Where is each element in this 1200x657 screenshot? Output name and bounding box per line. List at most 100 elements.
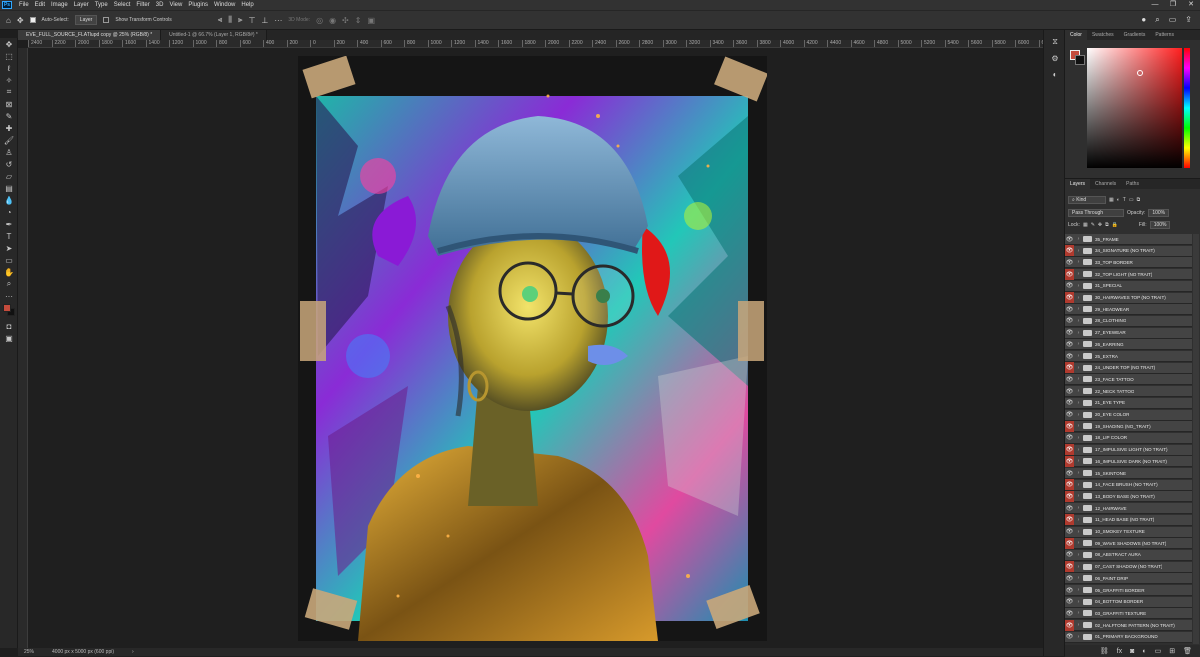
- eye-icon[interactable]: 👁: [1065, 526, 1074, 537]
- layer-row[interactable]: 👁 › 05_GRAFFITI BORDER: [1065, 585, 1192, 596]
- expand-chevron-icon[interactable]: ›: [1074, 540, 1083, 546]
- layer-row[interactable]: 👁 › 11_HEAD BASE (NO TRAIT): [1065, 514, 1192, 526]
- 3d-rotate-icon[interactable]: ◎: [316, 16, 323, 25]
- layer-row[interactable]: 👁 › 31_SPECIAL: [1065, 280, 1192, 292]
- lock-all-icon[interactable]: 🔒: [1112, 222, 1118, 228]
- healing-brush-tool-icon[interactable]: ✚: [0, 122, 18, 134]
- layer-row[interactable]: 👁 › 16_IMPULSIVE DARK (NO TRAIT): [1065, 455, 1192, 468]
- eyedropper-tool-icon[interactable]: ✎: [0, 110, 18, 122]
- more-tools-icon[interactable]: ···: [0, 290, 18, 302]
- search-icon[interactable]: ⌕: [1155, 15, 1159, 25]
- layer-row[interactable]: 👁 › 06_PAINT DRIP: [1065, 573, 1192, 585]
- eye-icon[interactable]: 👁: [1065, 409, 1074, 420]
- eye-icon[interactable]: 👁: [1065, 315, 1074, 326]
- clone-stamp-tool-icon[interactable]: ♙: [0, 146, 18, 158]
- expand-chevron-icon[interactable]: ›: [1074, 529, 1083, 535]
- eye-icon[interactable]: 👁: [1065, 444, 1074, 456]
- expand-chevron-icon[interactable]: ›: [1074, 283, 1083, 289]
- status-arrow-icon[interactable]: ›: [132, 649, 134, 655]
- new-group-icon[interactable]: ▭: [1155, 647, 1162, 655]
- background-color-swatch[interactable]: [1075, 55, 1085, 65]
- expand-chevron-icon[interactable]: ›: [1074, 365, 1083, 371]
- expand-chevron-icon[interactable]: ›: [1074, 423, 1083, 429]
- layer-row[interactable]: 👁 › 33_TOP BORDER: [1065, 257, 1192, 269]
- eye-icon[interactable]: 👁: [1065, 420, 1074, 432]
- more-options-icon[interactable]: ···: [274, 16, 282, 25]
- expand-chevron-icon[interactable]: ›: [1074, 493, 1083, 499]
- crop-tool-icon[interactable]: ⌗: [0, 86, 18, 98]
- layer-row[interactable]: 👁 › 27_EYEWEAR: [1065, 327, 1192, 339]
- layer-row[interactable]: 👁 › 15_SKINTONE: [1065, 468, 1192, 479]
- expand-chevron-icon[interactable]: ›: [1074, 564, 1083, 570]
- user-icon[interactable]: ●: [1141, 15, 1146, 25]
- layer-row[interactable]: 👁 › 12_HAIRWAVE: [1065, 503, 1192, 515]
- rectangle-tool-icon[interactable]: ▭: [0, 254, 18, 266]
- layer-row[interactable]: 👁 › 07_CAST SHADOW (NO TRAIT): [1065, 561, 1192, 573]
- tab-swatches[interactable]: Swatches: [1087, 30, 1119, 40]
- align-left-icon[interactable]: ⫷: [218, 15, 223, 25]
- zoom-level[interactable]: 25%: [24, 649, 34, 655]
- menu-view[interactable]: View: [166, 0, 185, 10]
- expand-chevron-icon[interactable]: ›: [1074, 435, 1083, 441]
- expand-chevron-icon[interactable]: ›: [1074, 318, 1083, 324]
- screen-mode-icon[interactable]: ▣: [0, 332, 18, 344]
- minimize-button[interactable]: —: [1146, 0, 1164, 10]
- home-icon[interactable]: ⌂: [6, 16, 11, 25]
- align-right-icon[interactable]: ⫸: [238, 15, 243, 25]
- tab-eve-full-source[interactable]: EVE_FULL_SOURCE_FLATlupd copy @ 25% (RGB…: [18, 30, 162, 40]
- expand-chevron-icon[interactable]: ›: [1074, 306, 1083, 312]
- filter-smart-icon[interactable]: ⧉: [1137, 197, 1141, 203]
- layer-row[interactable]: 👁 › 09_WAVE SHADOWS (NO TRAIT): [1065, 537, 1192, 550]
- layer-row[interactable]: 👁 › 32_TOP LIGHT (NO TRAIT): [1065, 268, 1192, 281]
- link-layers-icon[interactable]: ⛓: [1100, 647, 1109, 655]
- brush-tool-icon[interactable]: 🖌: [0, 134, 18, 146]
- expand-chevron-icon[interactable]: ›: [1074, 482, 1083, 488]
- expand-chevron-icon[interactable]: ›: [1074, 610, 1083, 616]
- lock-paint-icon[interactable]: ✎: [1091, 222, 1095, 228]
- foreground-color-swatch[interactable]: [3, 304, 11, 312]
- expand-chevron-icon[interactable]: ›: [1074, 388, 1083, 394]
- pen-tool-icon[interactable]: ✒: [0, 218, 18, 230]
- eye-icon[interactable]: 👁: [1065, 537, 1074, 549]
- layer-row[interactable]: 👁 › 30_HAIRWAVES TOP (NO TRAIT): [1065, 292, 1192, 304]
- expand-chevron-icon[interactable]: ›: [1074, 376, 1083, 382]
- expand-chevron-icon[interactable]: ›: [1074, 458, 1083, 464]
- expand-chevron-icon[interactable]: ›: [1074, 505, 1083, 511]
- expand-chevron-icon[interactable]: ›: [1074, 587, 1083, 593]
- layer-row[interactable]: 👁 › 13_BODY BASE (NO TRAIT): [1065, 490, 1192, 503]
- transform-controls-checkbox[interactable]: [103, 16, 110, 24]
- add-mask-icon[interactable]: ◙: [1130, 648, 1134, 655]
- eye-icon[interactable]: 👁: [1065, 585, 1074, 596]
- eye-icon[interactable]: 👁: [1065, 304, 1074, 315]
- layer-row[interactable]: 👁 › 02_HALFTONE PATTERN (NO TRAIT): [1065, 619, 1192, 632]
- adjustments-panel-icon[interactable]: ◐: [1044, 66, 1066, 82]
- eye-icon[interactable]: 👁: [1065, 327, 1074, 338]
- eye-icon[interactable]: 👁: [1065, 549, 1074, 560]
- tab-paths[interactable]: Paths: [1121, 179, 1144, 189]
- layer-kind-filter[interactable]: ⌕ Kind: [1068, 196, 1106, 204]
- layer-row[interactable]: 👁 › 35_FRAME: [1065, 234, 1192, 245]
- filter-type-icon[interactable]: T: [1123, 197, 1126, 203]
- blur-tool-icon[interactable]: 💧: [0, 194, 18, 206]
- menu-plugins[interactable]: Plugins: [185, 0, 211, 10]
- menu-window[interactable]: Window: [211, 0, 238, 10]
- menu-file[interactable]: File: [16, 0, 32, 10]
- expand-chevron-icon[interactable]: ›: [1074, 447, 1083, 453]
- layer-row[interactable]: 👁 › 24_UNDER TOP (NO TRAIT): [1065, 362, 1192, 374]
- layer-row[interactable]: 👁 › 04_BOTTOM BORDER: [1065, 596, 1192, 608]
- history-panel-icon[interactable]: ⧖: [1044, 34, 1066, 50]
- layer-row[interactable]: 👁 › 14_FACE BRUSH (NO TRAIT): [1065, 479, 1192, 491]
- eye-icon[interactable]: 👁: [1065, 257, 1074, 268]
- expand-chevron-icon[interactable]: ›: [1074, 271, 1083, 277]
- workspace-icon[interactable]: ▭: [1169, 15, 1177, 25]
- color-picker-handle[interactable]: [1137, 70, 1143, 76]
- menu-image[interactable]: Image: [48, 0, 71, 10]
- tab-color[interactable]: Color: [1065, 30, 1087, 40]
- layer-row[interactable]: 👁 › 21_EYE TYPE: [1065, 397, 1192, 409]
- align-top-icon[interactable]: ⊤: [248, 16, 255, 25]
- maximize-button[interactable]: ❐: [1164, 0, 1182, 10]
- layers-scrollbar[interactable]: [1193, 234, 1199, 644]
- 3d-scale-icon[interactable]: ▣: [367, 16, 375, 25]
- eye-icon[interactable]: 👁: [1065, 619, 1074, 631]
- expand-chevron-icon[interactable]: ›: [1074, 353, 1083, 359]
